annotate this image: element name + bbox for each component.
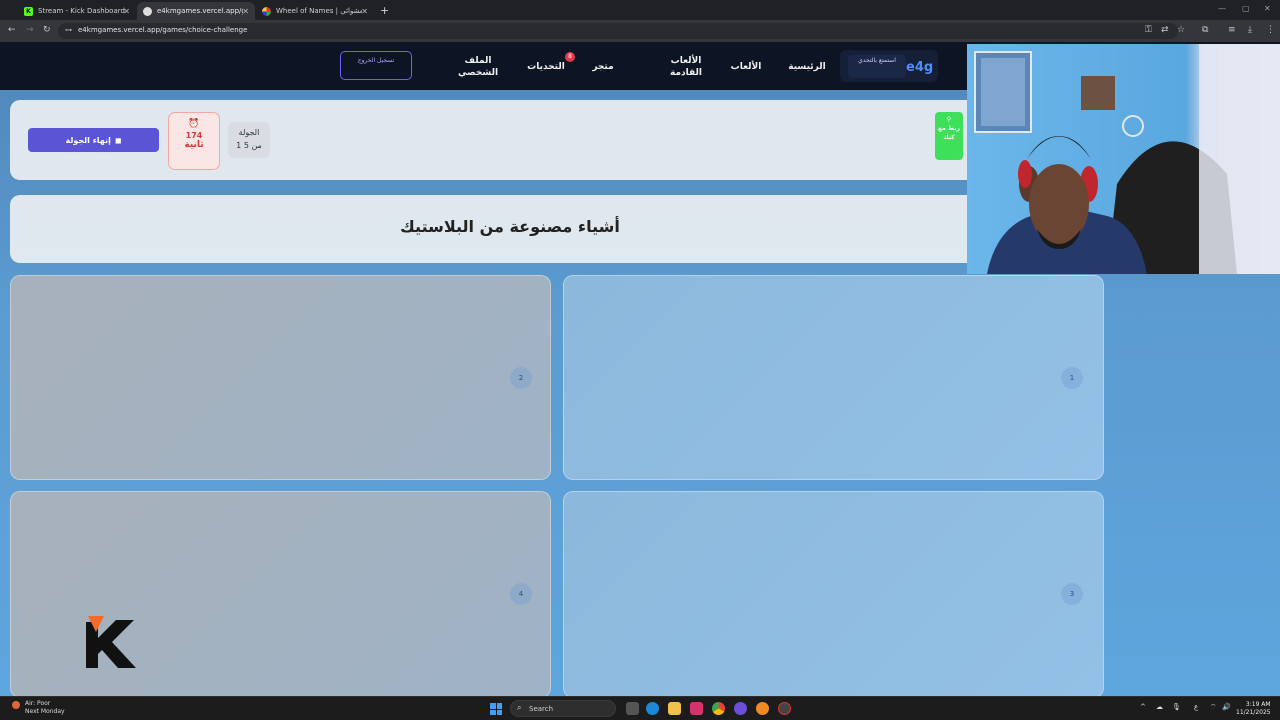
- browser-tab-strip: K Stream - Kick Dashboard ✕ e4kmgames.ve…: [0, 0, 1280, 20]
- task-view-icon[interactable]: [626, 702, 639, 715]
- round-progress: 1 من 5: [236, 141, 262, 150]
- windows-start-icon[interactable]: [490, 703, 502, 715]
- tab-wheel-of-names[interactable]: Wheel of Names | عجلة العشوائي ✕: [256, 2, 374, 20]
- weather-title: Air: Poor: [25, 700, 51, 707]
- kick-icon: K: [24, 6, 33, 16]
- tray-chevron-icon[interactable]: ^: [1140, 703, 1146, 711]
- tab-e4kmgames[interactable]: e4kmgames.vercel.app/games/ ✕: [137, 2, 255, 20]
- close-icon[interactable]: ✕: [361, 7, 368, 16]
- search-icon: ⌕: [517, 703, 522, 712]
- bookmark-star-icon[interactable]: ☆: [1177, 25, 1185, 35]
- choice-card-2[interactable]: 2: [10, 275, 551, 480]
- browser-toolbar: ← → ↻ ⊶ e4kmgames.vercel.app/games/choic…: [0, 20, 1280, 42]
- timer-value: 174: [185, 131, 203, 140]
- nav-challenges[interactable]: التحديات: [524, 61, 568, 73]
- close-window-icon[interactable]: ✕: [1264, 4, 1271, 13]
- nav-games[interactable]: الألعاب: [728, 61, 764, 73]
- end-round-button[interactable]: إنهاء الجولة ◼: [28, 128, 159, 152]
- nav-home[interactable]: الرئيسية: [786, 61, 828, 73]
- instagram-icon[interactable]: [690, 702, 703, 715]
- address-bar[interactable]: ⊶ e4kmgames.vercel.app/games/choice-chal…: [58, 23, 1178, 39]
- weather-widget[interactable]: Air: Poor Next Monday: [12, 700, 65, 716]
- volume-icon[interactable]: 🔊: [1222, 703, 1231, 711]
- file-explorer-icon[interactable]: [668, 702, 681, 715]
- network-app-icon[interactable]: ☁: [1156, 703, 1163, 711]
- tab-kick-dashboard[interactable]: K Stream - Kick Dashboard ✕: [18, 2, 136, 20]
- choice-number: 4: [510, 583, 532, 605]
- media-icon[interactable]: ≡: [1228, 25, 1236, 35]
- globe-icon: [143, 6, 152, 16]
- webcam-feed: [974, 44, 1280, 274]
- nav-profile[interactable]: الملف الشخصي: [456, 55, 500, 79]
- obs-icon[interactable]: [778, 702, 791, 715]
- wheel-icon: [262, 6, 271, 16]
- site-logo[interactable]: e4g: [906, 60, 933, 75]
- round-label: الجولة: [238, 128, 260, 137]
- download-icon[interactable]: ⤓: [1248, 25, 1252, 35]
- minimize-icon[interactable]: —: [1218, 4, 1226, 13]
- time-text: 3:19 AM: [1245, 701, 1271, 708]
- weather-subtitle: Next Monday: [25, 708, 65, 715]
- choice-number: 3: [1061, 583, 1083, 605]
- app-icon[interactable]: [734, 702, 747, 715]
- timer-box: ⏰ 174 ثانية: [168, 112, 220, 170]
- stop-icon: ◼: [114, 135, 122, 145]
- choice-card-1[interactable]: 1: [563, 275, 1104, 480]
- wifi-icon[interactable]: ⌔: [1210, 703, 1217, 712]
- menu-icon[interactable]: ⋮: [1266, 25, 1275, 35]
- choice-card-3[interactable]: 3: [563, 491, 1104, 696]
- round-indicator: الجولة 1 من 5: [228, 122, 270, 158]
- question-panel: أشياء مصنوعة من البلاستيك: [10, 195, 1000, 263]
- taskbar-search[interactable]: ⌕ Search: [510, 700, 616, 717]
- extensions-icon[interactable]: ⧉: [1202, 25, 1208, 35]
- language-indicator[interactable]: ع: [1194, 703, 1198, 711]
- challenges-badge: 8: [565, 52, 575, 62]
- microphone-icon[interactable]: 🎙: [1172, 703, 1181, 711]
- taskbar-clock[interactable]: 3:19 AM 11/21/2025: [1236, 701, 1271, 717]
- windows-taskbar: Air: Poor Next Monday ⌕ Search ^ ☁ 🎙 ع ⌔…: [0, 696, 1280, 720]
- site-info-icon[interactable]: ⊶: [65, 26, 72, 34]
- search-label: Search: [529, 705, 554, 713]
- tab-label: e4kmgames.vercel.app/games/: [157, 7, 243, 15]
- tab-label: Stream - Kick Dashboard: [38, 7, 125, 15]
- key-icon[interactable]: ⚿: [1145, 25, 1152, 35]
- forward-icon[interactable]: →: [26, 25, 34, 35]
- question-text: أشياء مصنوعة من البلاستيك: [400, 217, 620, 236]
- webcam-overlay: [967, 44, 1280, 274]
- chat-link-label: ربط مع كيك: [937, 125, 961, 141]
- date-text: 11/21/2025: [1236, 709, 1271, 716]
- choice-number: 1: [1061, 367, 1083, 389]
- maximize-icon[interactable]: ▢: [1242, 4, 1250, 13]
- link-icon: ⚲: [946, 116, 952, 123]
- air-quality-icon: [12, 701, 20, 709]
- round-control-panel: إنهاء الجولة ◼ ⏰ 174 ثانية الجولة 1 من 5: [10, 100, 1000, 180]
- choice-number: 2: [510, 367, 532, 389]
- kick-logo: [86, 616, 136, 668]
- alarm-clock-icon: ⏰: [188, 119, 200, 129]
- translate-icon[interactable]: ⇄: [1161, 25, 1169, 35]
- back-icon[interactable]: ←: [8, 25, 16, 35]
- site-tagline: استمتع بالتحدي: [848, 55, 906, 78]
- nav-store[interactable]: متجر: [588, 61, 618, 73]
- nav-upcoming-games[interactable]: الألعاب القادمة: [664, 55, 708, 79]
- new-tab-icon[interactable]: +: [380, 4, 389, 17]
- app-icon-2[interactable]: [756, 702, 769, 715]
- url-text: e4kmgames.vercel.app/games/choice-challe…: [78, 26, 248, 34]
- kick-chat-link[interactable]: ⚲ ربط مع كيك: [935, 112, 963, 160]
- chrome-icon[interactable]: [712, 702, 725, 715]
- logout-button[interactable]: تسجيل الخروج: [340, 51, 412, 80]
- close-icon[interactable]: ✕: [123, 7, 130, 16]
- reload-icon[interactable]: ↻: [43, 25, 51, 35]
- end-round-label: إنهاء الجولة: [65, 135, 111, 145]
- close-icon[interactable]: ✕: [242, 7, 249, 16]
- timer-unit: ثانية: [184, 140, 204, 150]
- tab-label: Wheel of Names | عجلة العشوائي: [276, 7, 362, 15]
- edge-icon[interactable]: [646, 702, 659, 715]
